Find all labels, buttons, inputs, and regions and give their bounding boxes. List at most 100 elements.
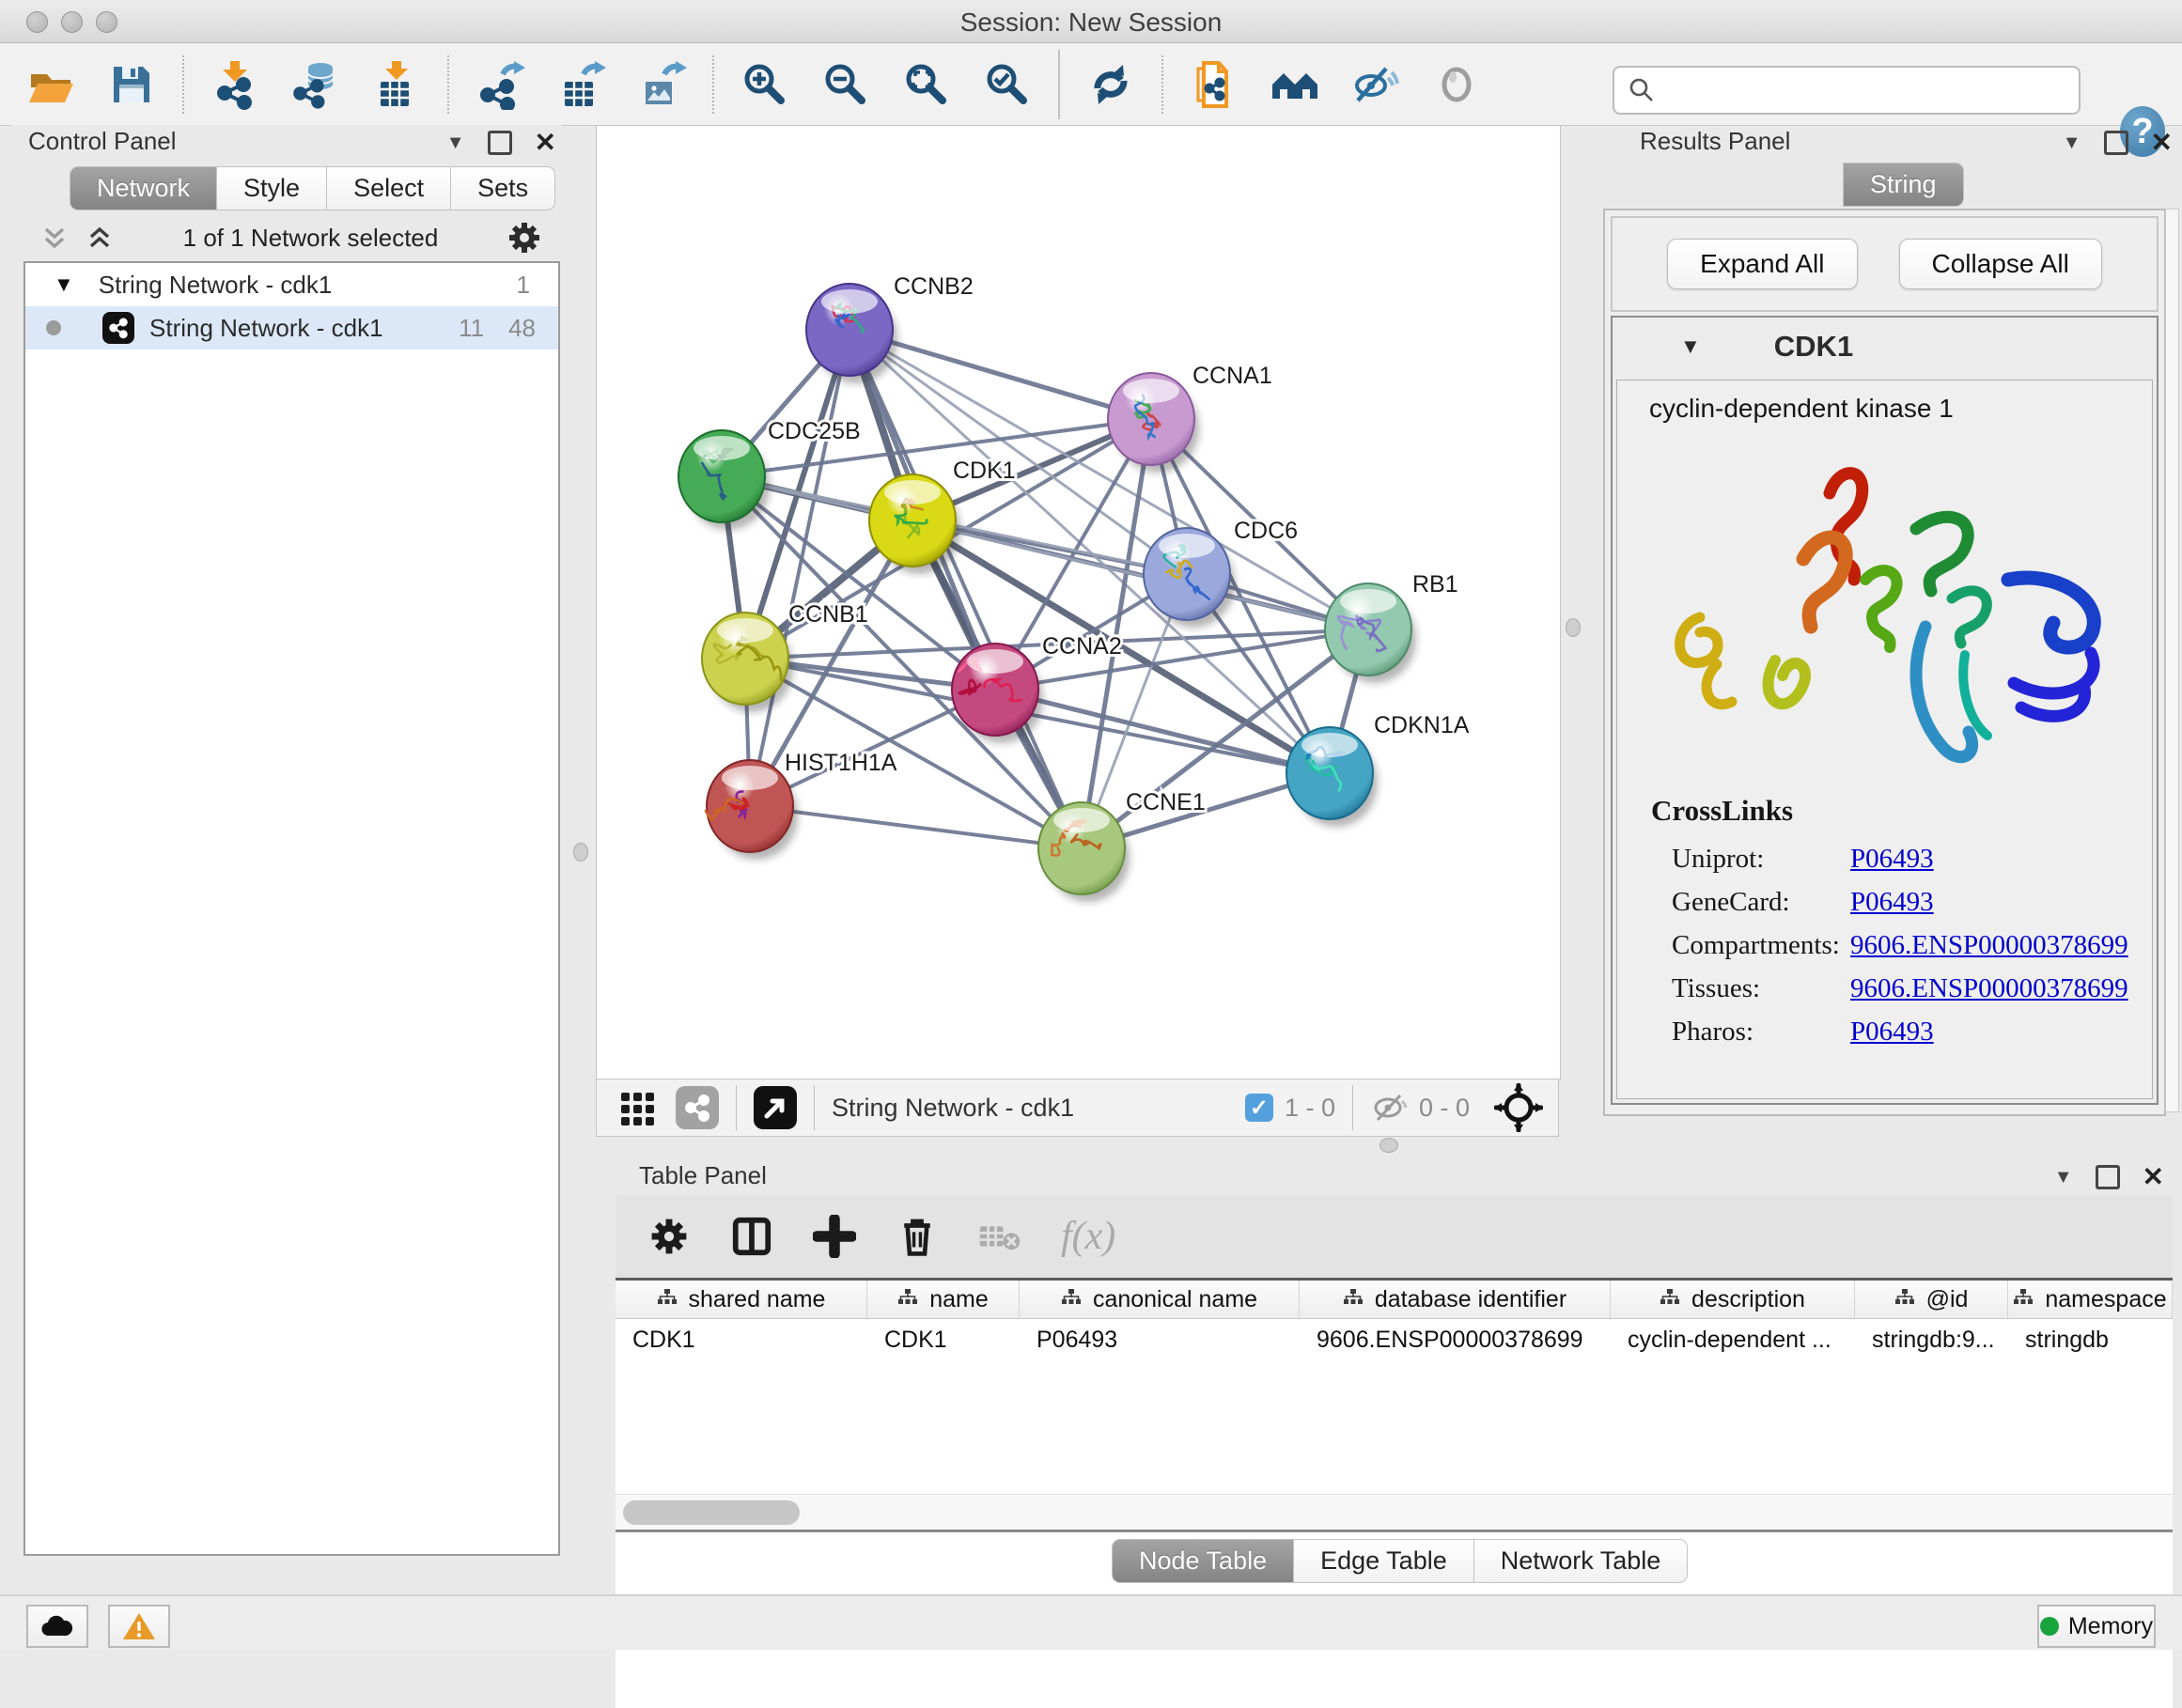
import-network-icon[interactable]: [209, 58, 261, 111]
results-scrollbar[interactable]: [2165, 209, 2179, 1112]
selected-nodes-checkbox[interactable]: ✓: [1245, 1094, 1273, 1122]
left-splitter-handle[interactable]: [573, 843, 588, 862]
collapse-all-button[interactable]: Collapse All: [1899, 239, 2102, 289]
edge-CCNE1-HIST1H1A[interactable]: [750, 806, 1082, 848]
panel-collapse-icon[interactable]: ▼: [2063, 132, 2081, 154]
crosslink-link[interactable]: P06493: [1850, 887, 1934, 918]
panel-float-icon[interactable]: [2104, 131, 2128, 155]
column-header-canonical-name[interactable]: canonical name: [1020, 1281, 1300, 1318]
network-canvas[interactable]: CCNB2CCNA1CDC25BCDK1CDC6RB1CCNB1CCNA2CDK…: [596, 125, 1561, 1080]
string-home-icon[interactable]: [1269, 58, 1321, 111]
grid-view-icon[interactable]: [617, 1087, 659, 1128]
import-table-icon[interactable]: [370, 58, 423, 111]
table-cell[interactable]: stringdb: [2008, 1319, 2173, 1360]
column-header-description[interactable]: description: [1611, 1281, 1855, 1318]
node-CDK1[interactable]: [869, 474, 960, 574]
node-CDKN1A[interactable]: [1286, 727, 1378, 827]
node-label-CCNA1: CCNA1: [1192, 363, 1272, 389]
warnings-button[interactable]: [108, 1605, 170, 1648]
column-header-shared-name[interactable]: shared name: [616, 1281, 867, 1318]
open-session-icon[interactable]: [24, 58, 77, 111]
gene-section-header[interactable]: ▼ CDK1: [1613, 318, 2157, 376]
string-network-graph[interactable]: CCNB2CCNA1CDC25BCDK1CDC6RB1CCNB1CCNA2CDK…: [597, 126, 1560, 1079]
network-row[interactable]: String Network - cdk1 11 48: [25, 306, 558, 349]
zoom-fit-icon[interactable]: [900, 58, 953, 111]
open-external-icon[interactable]: [754, 1086, 797, 1129]
table-cell[interactable]: P06493: [1020, 1319, 1300, 1360]
save-session-icon[interactable]: [105, 58, 158, 111]
table-cell[interactable]: CDK1: [616, 1319, 867, 1360]
table-hscrollbar-thumb[interactable]: [623, 1500, 800, 1525]
share-view-icon[interactable]: [676, 1086, 719, 1129]
table-cell[interactable]: cyclin-dependent ...: [1611, 1319, 1855, 1360]
export-table-icon[interactable]: [554, 58, 607, 111]
tab-node-table[interactable]: Node Table: [1112, 1539, 1294, 1583]
cloud-button[interactable]: [26, 1605, 88, 1648]
column-header-database-identifier[interactable]: database identifier: [1300, 1281, 1611, 1318]
export-network-icon[interactable]: [474, 58, 526, 111]
tab-select[interactable]: Select: [327, 166, 451, 210]
tab-sets[interactable]: Sets: [451, 166, 555, 210]
node-CCNB2[interactable]: [806, 284, 897, 383]
node-CCNA1[interactable]: [1108, 373, 1199, 473]
network-options-gear-icon[interactable]: [506, 219, 543, 256]
zoom-in-icon[interactable]: [739, 58, 791, 111]
import-database-icon[interactable]: [289, 58, 342, 111]
panel-float-icon[interactable]: [2096, 1165, 2120, 1189]
show-columns-icon[interactable]: [730, 1215, 773, 1258]
table-gear-icon[interactable]: [647, 1215, 691, 1258]
refresh-icon[interactable]: [1084, 58, 1137, 111]
table-cell[interactable]: 9606.ENSP00000378699: [1300, 1319, 1611, 1360]
tab-network-table[interactable]: Network Table: [1474, 1539, 1689, 1583]
right-splitter-handle[interactable]: [1566, 618, 1581, 637]
zoom-out-icon[interactable]: [819, 58, 872, 111]
export-image-icon[interactable]: [635, 58, 688, 111]
node-RB1[interactable]: [1325, 583, 1416, 683]
search-input[interactable]: [1665, 75, 2079, 106]
crosslink-link[interactable]: 9606.ENSP00000378699: [1850, 930, 2128, 961]
results-panel-title: Results Panel: [1640, 127, 1790, 156]
node-CDC25B[interactable]: [678, 430, 770, 530]
crosslink-link[interactable]: P06493: [1850, 844, 1934, 875]
collapse-all-networks-icon[interactable]: [84, 224, 116, 252]
panel-float-icon[interactable]: [488, 131, 512, 155]
table-hscrollbar[interactable]: [616, 1494, 2173, 1530]
column-header-namespace[interactable]: namespace: [2008, 1281, 2173, 1318]
delete-column-icon[interactable]: [896, 1215, 939, 1258]
expand-all-networks-icon[interactable]: [39, 224, 70, 252]
hide-glasses-icon[interactable]: [1349, 58, 1402, 111]
section-collapse-icon[interactable]: ▼: [1680, 334, 1701, 359]
panel-close-icon[interactable]: ✕: [2143, 1168, 2164, 1187]
memory-button[interactable]: Memory: [2037, 1605, 2156, 1648]
add-column-icon[interactable]: [813, 1215, 856, 1258]
expand-all-button[interactable]: Expand All: [1667, 239, 1857, 289]
tab-string[interactable]: String: [1843, 163, 1964, 207]
show-eye-icon[interactable]: [1430, 58, 1483, 111]
table-cell[interactable]: CDK1: [867, 1319, 1020, 1360]
bottom-splitter-handle[interactable]: [1379, 1138, 1398, 1153]
panel-close-icon[interactable]: ✕: [2151, 133, 2173, 152]
panel-collapse-icon[interactable]: ▼: [446, 132, 465, 154]
crosslink-row: GeneCard: P06493: [1651, 880, 2128, 924]
network-collection-row[interactable]: ▼ String Network - cdk1 1: [25, 263, 558, 306]
tab-edge-table[interactable]: Edge Table: [1294, 1539, 1474, 1583]
node-CCNE1[interactable]: [1038, 802, 1130, 902]
search-box[interactable]: [1613, 66, 2081, 115]
crosslink-link[interactable]: 9606.ENSP00000378699: [1850, 973, 2128, 1004]
tree-expand-icon[interactable]: ▼: [54, 272, 74, 297]
column-header-name[interactable]: name: [867, 1281, 1020, 1318]
document-share-icon[interactable]: [1188, 58, 1240, 111]
tab-style[interactable]: Style: [217, 166, 327, 210]
edge-CCNB2-HIST1H1A[interactable]: [750, 330, 849, 806]
node-label-CDKN1A: CDKN1A: [1374, 712, 1470, 738]
panel-close-icon[interactable]: ✕: [535, 133, 556, 152]
crosslink-label: Uniprot:: [1651, 844, 1850, 875]
table-cell[interactable]: stringdb:9...: [1855, 1319, 2008, 1360]
table-row[interactable]: CDK1CDK1P064939606.ENSP00000378699cyclin…: [616, 1319, 2173, 1360]
column-header--id[interactable]: @id: [1855, 1281, 2008, 1318]
tab-network[interactable]: Network: [70, 166, 217, 210]
birdseye-view-icon[interactable]: [1494, 1083, 1543, 1132]
panel-collapse-icon[interactable]: ▼: [2054, 1167, 2073, 1188]
zoom-selected-icon[interactable]: [981, 58, 1034, 111]
crosslink-link[interactable]: P06493: [1850, 1017, 1934, 1048]
